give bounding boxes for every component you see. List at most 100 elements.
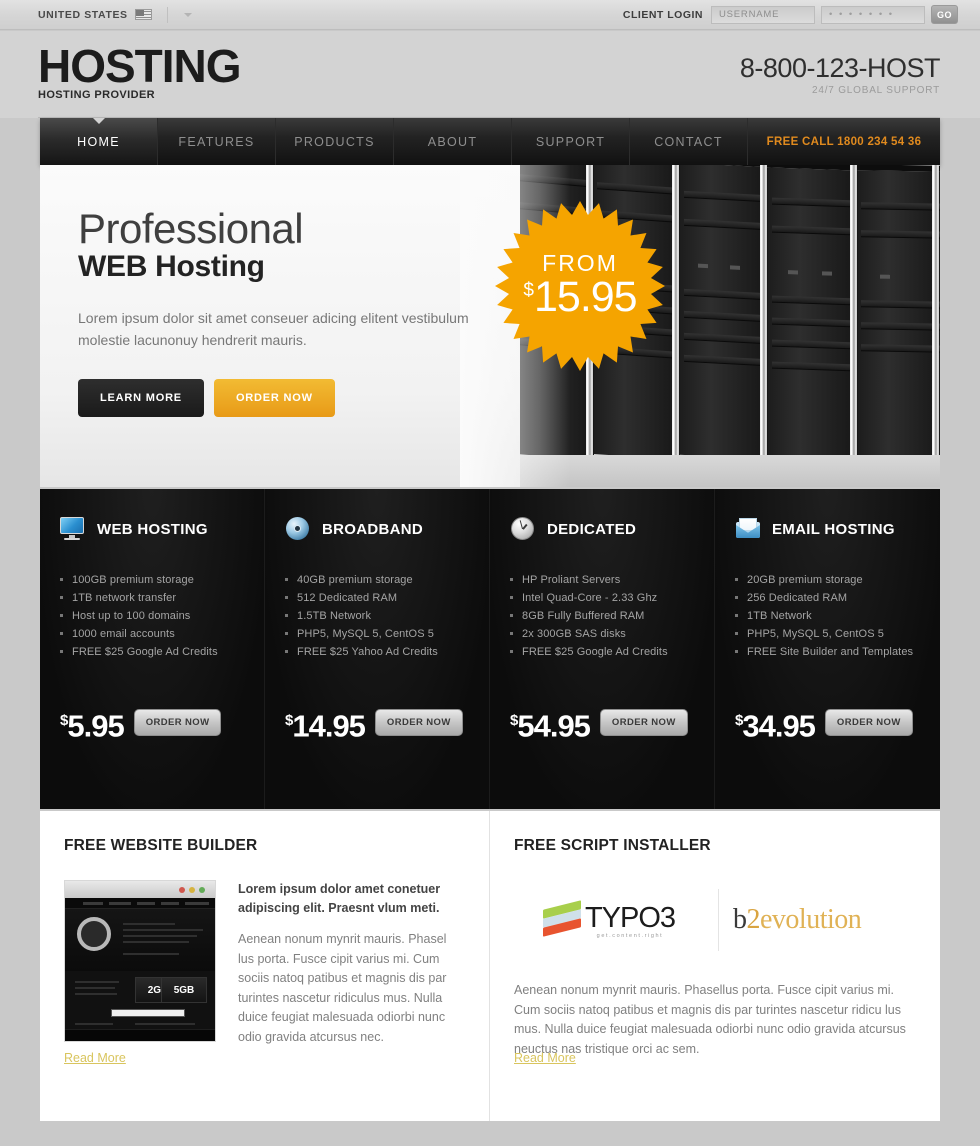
site-logo[interactable]: HOSTING HOSTING PROVIDER — [38, 40, 242, 101]
nav-item-contact[interactable]: CONTACT — [630, 118, 748, 165]
thumb-box-5gb: 5GB — [161, 977, 207, 1003]
plan-card-web-hosting: WEB HOSTING 100GB premium storage 1TB ne… — [40, 489, 265, 809]
country-label: UNITED STATES — [38, 8, 128, 21]
monitor-icon — [60, 517, 86, 541]
order-now-button[interactable]: ORDER NOW — [213, 379, 335, 417]
hero-buttons: LEARN MORE ORDER NOW — [78, 379, 518, 417]
plan-features: 20GB premium storage 256 Dedicated RAM 1… — [735, 571, 920, 661]
site-header: HOSTING HOSTING PROVIDER 8-800-123-HOST … — [0, 31, 980, 118]
plan-card-email-hosting: EMAIL HOSTING 20GB premium storage 256 D… — [715, 489, 940, 809]
plan-price: $14.95 — [285, 705, 366, 743]
list-item: FREE $25 Google Ad Credits — [60, 643, 244, 661]
client-login-label: CLIENT LOGIN — [622, 8, 703, 21]
clock-icon — [510, 517, 536, 541]
plan-features: 100GB premium storage 1TB network transf… — [60, 571, 244, 661]
typo3-logo[interactable]: TYPO3 get.content.right — [514, 900, 704, 939]
list-item: 40GB premium storage — [285, 571, 469, 589]
plan-title: BROADBAND — [322, 520, 424, 538]
page-root: UNITED STATES CLIENT LOGIN GO HOSTING HO… — [0, 0, 980, 1146]
plan-price: $54.95 — [510, 705, 591, 741]
plan-title: WEB HOSTING — [97, 520, 208, 538]
list-item: PHP5, MySQL 5, CentOS 5 — [285, 625, 469, 643]
plan-order-button[interactable]: ORDER NOW — [374, 709, 463, 737]
plan-features: HP Proliant Servers Intel Quad-Core - 2.… — [510, 571, 694, 661]
header-phone-number: 8-800-123-HOST — [739, 53, 941, 83]
header-phone-block: 8-800-123-HOST 24/7 GLOBAL SUPPORT — [739, 53, 941, 96]
logo-main-text: HOSTING — [38, 40, 242, 92]
badge-amount: 15.95 — [533, 273, 638, 321]
plan-card-dedicated: DEDICATED HP Proliant Servers Intel Quad… — [490, 489, 715, 809]
login-go-button[interactable]: GO — [931, 5, 958, 24]
nav-item-products[interactable]: PRODUCTS — [276, 118, 394, 165]
badge-currency: $ — [523, 279, 534, 301]
list-item: PHP5, MySQL 5, CentOS 5 — [735, 625, 920, 643]
plan-order-button[interactable]: ORDER NOW — [824, 709, 913, 737]
website-builder-section: FREE WEBSITE BUILDER 2GB 5GB Lorem ipsum… — [40, 811, 490, 1121]
price-amount: 5.95 — [67, 708, 124, 743]
list-item: Intel Quad-Core - 2.33 Ghz — [510, 589, 694, 607]
nav-item-support[interactable]: SUPPORT — [512, 118, 630, 165]
learn-more-button[interactable]: LEARN MORE — [78, 379, 204, 417]
main-navigation: HOME FEATURES PRODUCTS ABOUT SUPPORT CON… — [40, 118, 940, 165]
nav-item-about[interactable]: ABOUT — [394, 118, 512, 165]
plan-price: $5.95 — [60, 705, 125, 743]
read-more-link[interactable]: Read More — [64, 1051, 126, 1065]
disc-icon — [285, 517, 311, 541]
plan-order-button[interactable]: ORDER NOW — [133, 709, 222, 737]
divider — [166, 6, 168, 23]
typo3-mark-icon — [542, 900, 581, 937]
password-input[interactable] — [821, 5, 925, 24]
section-paragraph: Aenean nonum mynrit mauris. Phasellus po… — [514, 983, 906, 1056]
website-builder-screenshot[interactable]: 2GB 5GB — [64, 880, 216, 1042]
script-installer-section: FREE SCRIPT INSTALLER TYPO3 get.content.… — [490, 811, 940, 1121]
typo3-tagline: get.content.right — [596, 932, 664, 939]
plan-title: EMAIL HOSTING — [772, 520, 895, 538]
list-item: FREE Site Builder and Templates — [735, 643, 920, 661]
partner-logos: TYPO3 get.content.right b2evolution — [514, 889, 916, 951]
list-item: 512 Dedicated RAM — [285, 589, 469, 607]
country-selector[interactable]: UNITED STATES — [38, 6, 192, 23]
price-amount: 34.95 — [742, 708, 816, 743]
divider — [718, 889, 719, 951]
pricing-cards: WEB HOSTING 100GB premium storage 1TB ne… — [40, 489, 940, 809]
list-item: 8GB Fully Buffered RAM — [510, 607, 694, 625]
badge-price-value: $15.95 — [523, 273, 638, 322]
hero-banner: Professional WEB Hosting Lorem ipsum dol… — [40, 165, 940, 487]
section-lead-text: Lorem ipsum dolor amet conetuer adipisci… — [238, 882, 441, 915]
plan-order-button[interactable]: ORDER NOW — [599, 709, 688, 737]
hero-heading-bold: WEB Hosting — [78, 250, 265, 283]
section-title: FREE WEBSITE BUILDER — [64, 837, 258, 854]
price-amount: 14.95 — [292, 708, 366, 743]
plan-card-broadband: BROADBAND 40GB premium storage 512 Dedic… — [265, 489, 490, 809]
list-item: 1TB network transfer — [60, 589, 244, 607]
nav-item-home[interactable]: HOME — [40, 118, 158, 165]
top-utility-bar: UNITED STATES CLIENT LOGIN GO — [0, 0, 980, 30]
list-item: FREE $25 Google Ad Credits — [510, 643, 694, 661]
b2-word: evolution — [760, 904, 862, 935]
b2evolution-logo[interactable]: b2evolution — [733, 904, 862, 936]
hero-copy: Professional WEB Hosting Lorem ipsum dol… — [78, 207, 518, 417]
list-item: 100GB premium storage — [60, 571, 244, 589]
list-item: 20GB premium storage — [735, 571, 920, 589]
client-login-area: CLIENT LOGIN GO — [623, 5, 958, 24]
read-more-link[interactable]: Read More — [514, 1051, 576, 1065]
typo3-wordmark: TYPO3 — [584, 901, 676, 934]
b2-letter: b — [733, 904, 747, 935]
chevron-down-icon[interactable] — [183, 12, 192, 17]
hero-heading-light: Professional — [78, 205, 304, 252]
nav-item-features[interactable]: FEATURES — [158, 118, 276, 165]
list-item: 1TB Network — [735, 607, 920, 625]
list-item: 256 Dedicated RAM — [735, 589, 920, 607]
us-flag-icon — [134, 9, 152, 20]
plan-title: DEDICATED — [547, 520, 637, 538]
nav-free-call[interactable]: FREE CALL 1800 234 54 36 — [748, 118, 940, 165]
list-item: 2x 300GB SAS disks — [510, 625, 694, 643]
username-input[interactable] — [711, 5, 815, 24]
bottom-content-panel: FREE WEBSITE BUILDER 2GB 5GB Lorem ipsum… — [40, 811, 940, 1121]
price-starburst-badge: FROM $15.95 — [495, 201, 665, 371]
list-item: FREE $25 Yahoo Ad Credits — [285, 643, 469, 661]
list-item: 1000 email accounts — [60, 625, 244, 643]
plan-price: $34.95 — [735, 705, 816, 743]
envelope-icon — [735, 517, 761, 541]
section-paragraph: Aenean nonum mynrit mauris. Phasel lus p… — [238, 932, 447, 1044]
